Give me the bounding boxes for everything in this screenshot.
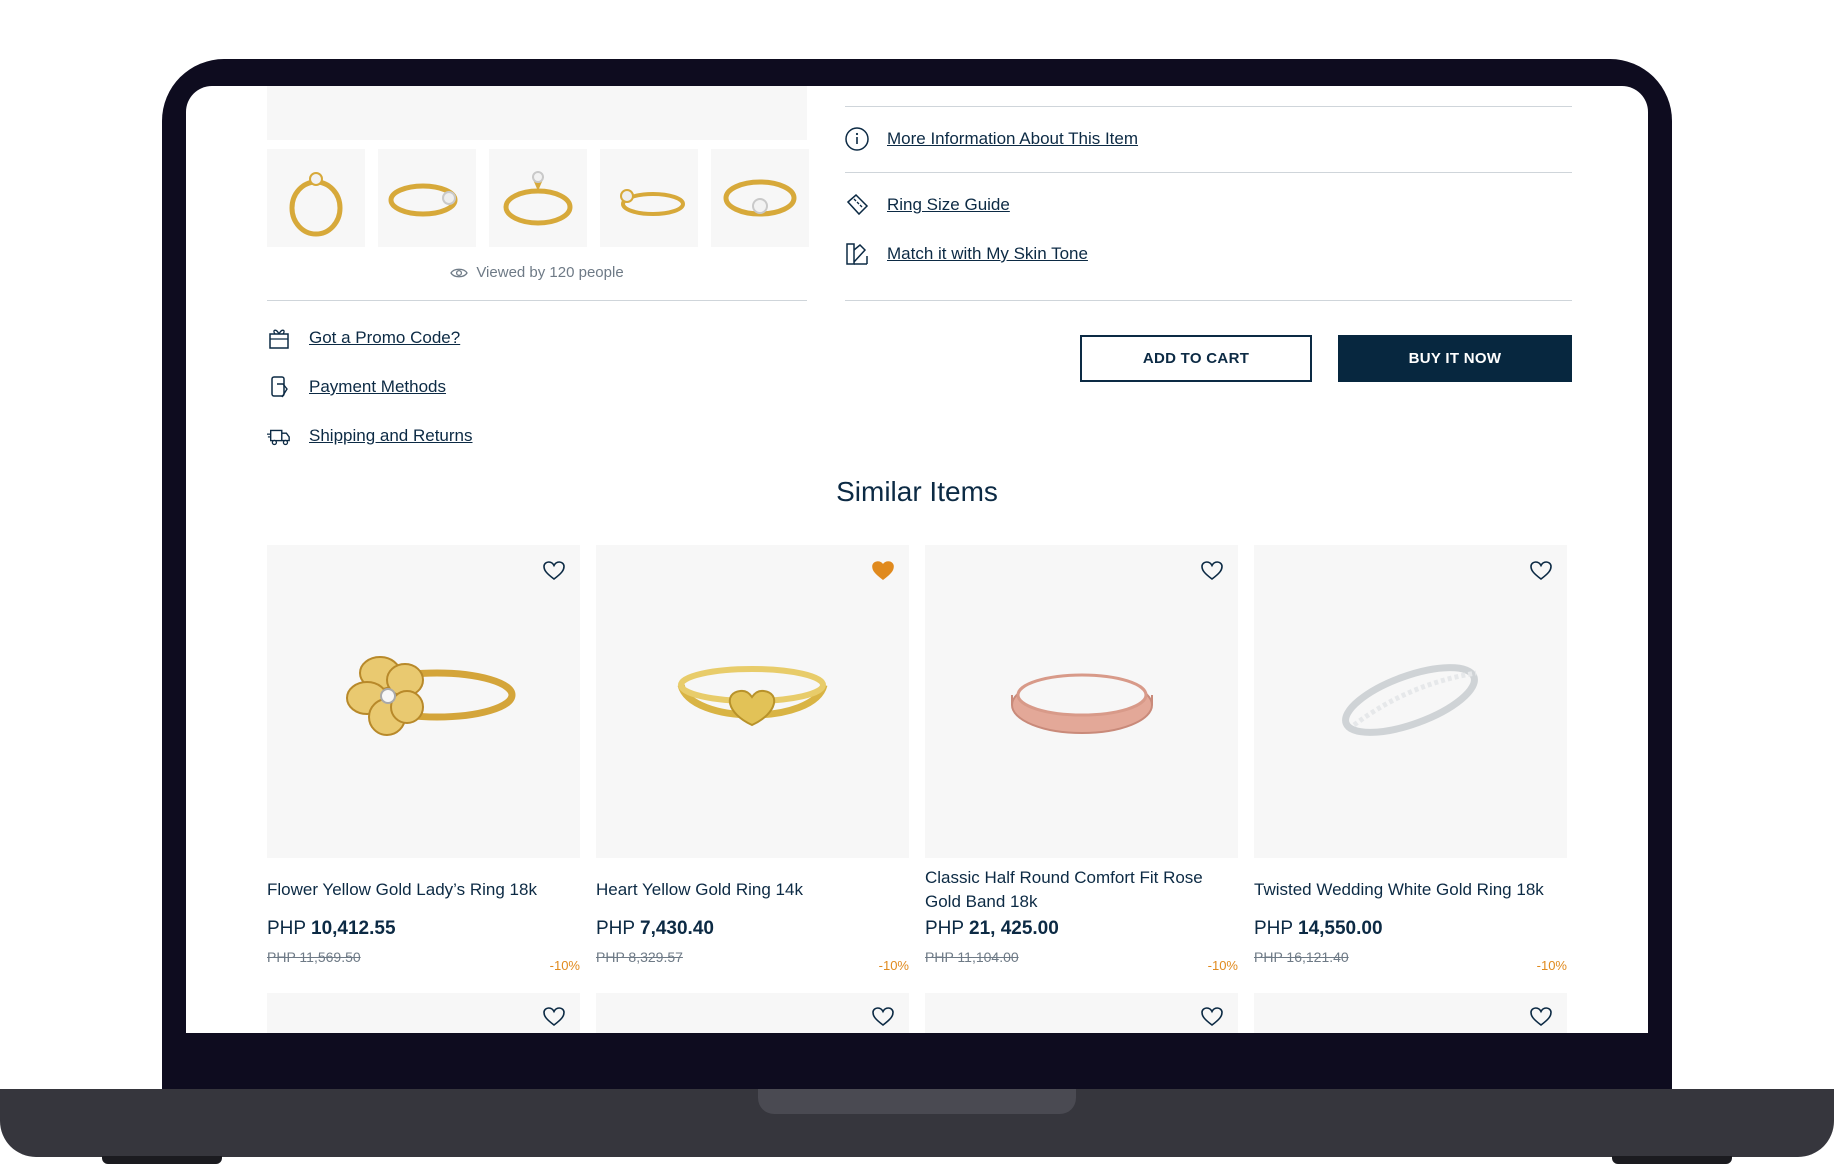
discount-badge: -10%	[1207, 958, 1238, 973]
more-info-link[interactable]: More Information About This Item	[845, 127, 1138, 151]
color-swatch-icon	[845, 242, 869, 266]
promo-code-link[interactable]: Got a Promo Code?	[267, 326, 460, 350]
truck-icon	[267, 424, 291, 448]
original-price: PHP 11,569.50	[267, 949, 361, 965]
thumbnail-3[interactable]	[489, 149, 587, 247]
product-price: PHP 14,550.00	[1254, 918, 1383, 940]
price-currency: PHP	[925, 918, 964, 939]
viewed-counter: Viewed by 120 people	[267, 264, 807, 281]
product-price: PHP 10,412.55	[267, 918, 396, 940]
product-card-partial[interactable]	[267, 993, 580, 1033]
product-price: PHP 21, 425.00	[925, 918, 1059, 940]
heart-outline-icon[interactable]	[871, 1005, 895, 1029]
promo-code-label[interactable]: Got a Promo Code?	[309, 328, 460, 348]
payment-phone-icon	[267, 375, 291, 399]
gift-icon	[267, 326, 291, 350]
flower-ring-image	[346, 656, 516, 736]
price-value: 7,430.40	[640, 918, 714, 939]
heart-outline-icon[interactable]	[1529, 1005, 1553, 1029]
thumbnail-1[interactable]	[267, 149, 365, 247]
product-name[interactable]: Classic Half Round Comfort Fit Rose Gold…	[925, 866, 1238, 914]
skin-tone-label[interactable]: Match it with My Skin Tone	[887, 244, 1088, 264]
product-card-partial[interactable]	[1254, 993, 1567, 1033]
shipping-returns-label[interactable]: Shipping and Returns	[309, 426, 473, 446]
eye-icon	[450, 268, 469, 277]
thumbnail-strip	[267, 149, 809, 247]
product-image[interactable]	[596, 545, 909, 858]
heart-ring-image	[677, 666, 828, 727]
skin-tone-link[interactable]: Match it with My Skin Tone	[845, 242, 1088, 266]
twisted-ring-image	[1342, 664, 1478, 736]
ring-size-label[interactable]: Ring Size Guide	[887, 195, 1010, 215]
product-image[interactable]	[925, 545, 1238, 858]
rose-band-image	[1011, 673, 1153, 734]
heart-outline-icon[interactable]	[1529, 559, 1553, 583]
product-name[interactable]: Heart Yellow Gold Ring 14k	[596, 878, 909, 902]
price-currency: PHP	[1254, 918, 1293, 939]
product-image[interactable]	[267, 545, 580, 858]
heart-outline-icon[interactable]	[542, 1005, 566, 1029]
browser-screen: Viewed by 120 people More Information Ab…	[186, 86, 1648, 1033]
similar-items-title: Similar Items	[836, 476, 998, 507]
price-value: 21, 425.00	[969, 918, 1059, 939]
original-price: PHP 16,121.40	[1254, 949, 1349, 965]
payment-methods-link[interactable]: Payment Methods	[267, 375, 446, 399]
product-name[interactable]: Twisted Wedding White Gold Ring 18k	[1254, 878, 1567, 902]
info-icon	[845, 127, 869, 151]
heart-outline-icon[interactable]	[1200, 1005, 1224, 1029]
product-card-partial[interactable]	[596, 993, 909, 1033]
ruler-tag-icon	[845, 193, 869, 217]
original-price: PHP 11,104.00	[925, 949, 1019, 965]
thumbnail-5[interactable]	[711, 149, 809, 247]
heart-outline-icon[interactable]	[542, 559, 566, 583]
more-info-label[interactable]: More Information About This Item	[887, 129, 1138, 149]
ring-thumb-icon	[289, 172, 343, 237]
heart-filled-icon[interactable]	[871, 559, 895, 583]
payment-methods-label[interactable]: Payment Methods	[309, 377, 446, 397]
main-product-image	[267, 86, 807, 140]
product-price: PHP 7,430.40	[596, 918, 714, 940]
discount-badge: -10%	[549, 958, 580, 973]
divider	[845, 172, 1572, 173]
ring-thumb-icon	[723, 179, 797, 217]
ring-thumb-icon	[620, 189, 685, 216]
price-currency: PHP	[596, 918, 635, 939]
viewed-text: Viewed by 120 people	[476, 264, 624, 281]
divider	[845, 300, 1572, 301]
buy-now-button[interactable]: BUY IT NOW	[1338, 335, 1572, 382]
discount-badge: -10%	[1536, 958, 1567, 973]
product-image[interactable]	[1254, 545, 1567, 858]
divider	[267, 300, 807, 301]
thumbnail-4[interactable]	[600, 149, 698, 247]
shipping-returns-link[interactable]: Shipping and Returns	[267, 424, 473, 448]
product-card[interactable]: Classic Half Round Comfort Fit Rose Gold…	[925, 545, 1238, 973]
ring-thumb-icon	[503, 171, 573, 226]
laptop-foot-left	[102, 1156, 222, 1164]
product-card[interactable]: Twisted Wedding White Gold Ring 18k PHP …	[1254, 545, 1567, 973]
price-currency: PHP	[267, 918, 306, 939]
laptop-notch	[758, 1089, 1076, 1114]
add-to-cart-button[interactable]: ADD TO CART	[1080, 335, 1312, 382]
product-card[interactable]: Heart Yellow Gold Ring 14k PHP 7,430.40 …	[596, 545, 909, 973]
discount-badge: -10%	[878, 958, 909, 973]
product-name[interactable]: Flower Yellow Gold Lady’s Ring 18k	[267, 878, 580, 902]
price-value: 10,412.55	[311, 918, 396, 939]
product-card[interactable]: Flower Yellow Gold Lady’s Ring 18k PHP 1…	[267, 545, 580, 973]
heart-outline-icon[interactable]	[1200, 559, 1224, 583]
product-card-partial[interactable]	[925, 993, 1238, 1033]
original-price: PHP 8,329.57	[596, 949, 683, 965]
thumbnail-2[interactable]	[378, 149, 476, 247]
ring-thumb-icon	[388, 183, 458, 217]
ring-size-link[interactable]: Ring Size Guide	[845, 193, 1010, 217]
laptop-foot-right	[1612, 1156, 1732, 1164]
divider	[845, 106, 1572, 107]
price-value: 14,550.00	[1298, 918, 1383, 939]
